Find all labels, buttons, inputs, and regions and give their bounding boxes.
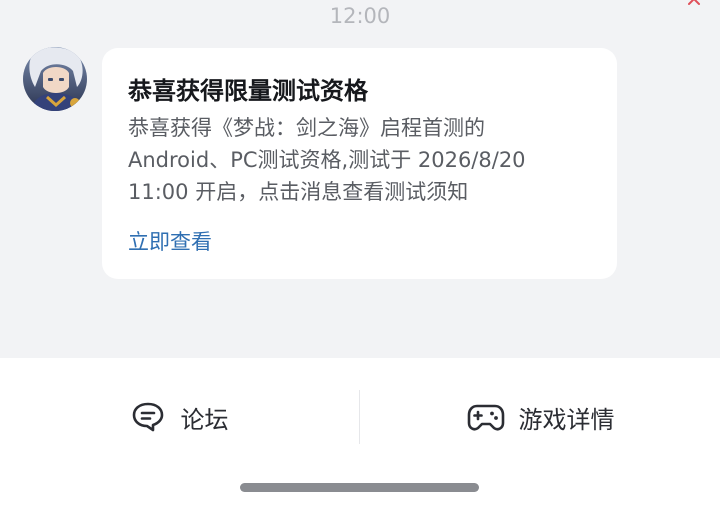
view-now-link[interactable]: 立即查看 (128, 226, 212, 256)
message-bubble[interactable]: 恭喜获得限量测试资格 恭喜获得《梦战：剑之海》启程首测的 Android、PC测… (102, 48, 617, 279)
home-indicator[interactable] (240, 483, 479, 492)
forum-button[interactable]: 论坛 (0, 390, 359, 444)
forum-label: 论坛 (180, 405, 229, 434)
message-timestamp: 12:00 (329, 4, 391, 28)
bottom-bar: 论坛 游戏详情 (0, 358, 720, 505)
game-details-button[interactable]: 游戏详情 (361, 390, 720, 444)
message-title: 恭喜获得限量测试资格 (128, 77, 368, 105)
message-body-line: Android、PC测试资格,测试于 2026/8/20 (128, 148, 526, 172)
game-character-avatar-icon[interactable] (23, 47, 87, 111)
game-details-label: 游戏详情 (518, 405, 615, 434)
message-body: 恭喜获得《梦战：剑之海》启程首测的 Android、PC测试资格,测试于 202… (128, 112, 598, 208)
chat-area: 12:00 恭喜获得限量测试资格 恭喜获得《梦战：剑之海》启程首测的 Andro… (0, 0, 720, 358)
tab-divider (359, 390, 360, 444)
close-icon (688, 0, 700, 5)
message-body-line: 恭喜获得《梦战：剑之海》启程首测的 (128, 116, 485, 140)
message-body-line: 11:00 开启，点击消息查看测试须知 (128, 180, 469, 204)
forum-chat-bubble-icon (132, 402, 163, 432)
gamepad-icon (467, 404, 504, 431)
